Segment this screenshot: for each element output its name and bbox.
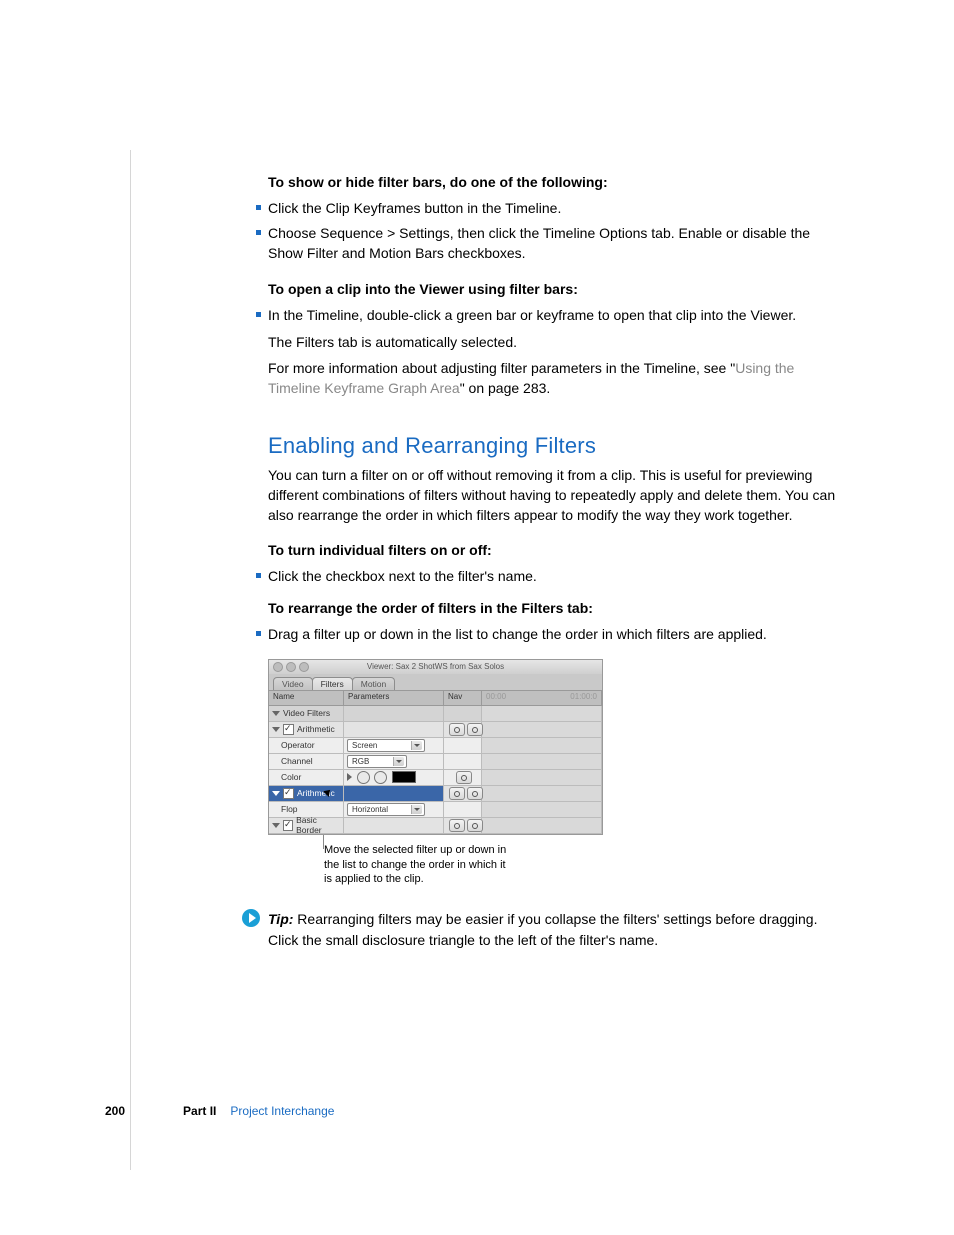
keyframe-menu-button[interactable] [467, 723, 483, 736]
paragraph: The Filters tab is automatically selecte… [268, 332, 848, 352]
page-number: 200 [105, 1104, 125, 1118]
col-nav: Nav [444, 691, 482, 705]
paragraph: For more information about adjusting fil… [268, 358, 848, 399]
bullet-icon [256, 631, 261, 636]
row-operator[interactable]: Operator Screen [269, 738, 602, 754]
bullet-text: Choose Sequence > Settings, then click t… [268, 223, 848, 264]
bullet-text: Drag a filter up or down in the list to … [268, 624, 848, 644]
paragraph: You can turn a filter on or off without … [268, 465, 848, 526]
text-run: For more information about adjusting fil… [268, 360, 735, 376]
viewer-screenshot: Viewer: Sax 2 ShotWS from Sax Solos Vide… [268, 659, 603, 888]
row-label: Video Filters [283, 708, 330, 718]
tip-icon [242, 909, 260, 927]
figure-caption: Move the selected filter up or down in t… [324, 843, 514, 888]
operator-dropdown[interactable]: Screen [347, 739, 425, 752]
keyframe-menu-button[interactable] [467, 819, 483, 832]
keyframe-menu-button[interactable] [467, 787, 483, 800]
timeline-start: 00:00 [486, 692, 506, 701]
row-label: Operator [281, 740, 315, 750]
bullet-text: Click the Clip Keyframes button in the T… [268, 198, 848, 218]
row-label: Arithmetic [297, 788, 335, 798]
disclosure-triangle-icon[interactable] [272, 711, 280, 716]
timeline-end: 01:00:0 [570, 692, 597, 701]
bullet-text: Click the checkbox next to the filter's … [268, 566, 848, 586]
tip-label: Tip: [268, 911, 297, 927]
channel-dropdown[interactable]: RGB [347, 755, 407, 768]
row-label: Channel [281, 756, 313, 766]
row-arithmetic[interactable]: Arithmetic [269, 722, 602, 738]
dropdown-value: RGB [352, 757, 369, 766]
hue-wheel-icon[interactable] [374, 771, 387, 784]
dropdown-value: Horizontal [352, 805, 388, 814]
tab-filters[interactable]: Filters [312, 677, 353, 690]
row-channel[interactable]: Channel RGB [269, 754, 602, 770]
section-heading: Enabling and Rearranging Filters [268, 433, 848, 459]
row-video-filters[interactable]: Video Filters [269, 706, 602, 722]
enable-checkbox[interactable] [283, 820, 293, 831]
enable-checkbox[interactable] [283, 788, 294, 799]
bullet-item: Click the checkbox next to the filter's … [256, 566, 848, 586]
flop-dropdown[interactable]: Horizontal [347, 803, 425, 816]
chevron-down-icon [393, 757, 404, 766]
row-label: Flop [281, 804, 298, 814]
vertical-rule [130, 150, 131, 1170]
bullet-item: In the Timeline, double-click a green ba… [256, 305, 848, 325]
color-swatch[interactable] [392, 771, 416, 783]
disclosure-triangle-icon[interactable] [272, 823, 280, 828]
callout-leader-line [323, 835, 324, 849]
bullet-item: Choose Sequence > Settings, then click t… [256, 223, 848, 264]
disclosure-triangle-icon[interactable] [272, 727, 280, 732]
instruction-heading: To show or hide filter bars, do one of t… [268, 172, 848, 192]
bullet-icon [256, 573, 261, 578]
disclosure-triangle-icon[interactable] [347, 773, 352, 781]
keyframe-nav-button[interactable] [456, 771, 472, 784]
keyframe-reset-button[interactable] [449, 819, 465, 832]
chevron-down-icon [411, 805, 422, 814]
row-label: Basic Border [296, 815, 340, 835]
tip-text: Tip: Rearranging filters may be easier i… [268, 909, 848, 950]
col-timeline: 00:00 01:00:0 [482, 691, 602, 705]
col-parameters: Parameters [344, 691, 444, 705]
text-run: " on page 283. [460, 380, 551, 396]
bullet-icon [256, 230, 261, 235]
window-title: Viewer: Sax 2 ShotWS from Sax Solos [269, 662, 602, 671]
disclosure-triangle-icon[interactable] [272, 791, 280, 796]
row-label: Arithmetic [297, 724, 335, 734]
eyedropper-icon[interactable] [357, 771, 370, 784]
row-dragging[interactable]: Arithmetic [269, 786, 602, 802]
instruction-heading: To rearrange the order of filters in the… [268, 598, 848, 618]
tab-motion[interactable]: Motion [352, 677, 396, 690]
chevron-down-icon [411, 741, 422, 750]
tab-video[interactable]: Video [273, 677, 313, 690]
bullet-text: In the Timeline, double-click a green ba… [268, 305, 848, 325]
filter-rows: Video Filters Arithmetic Operator Screen [268, 706, 603, 835]
column-headers: Name Parameters Nav 00:00 01:00:0 [268, 690, 603, 706]
enable-checkbox[interactable] [283, 724, 294, 735]
page-content: To show or hide filter bars, do one of t… [268, 166, 848, 950]
bullet-item: Drag a filter up or down in the list to … [256, 624, 848, 644]
keyframe-reset-button[interactable] [449, 723, 465, 736]
tip-body: Rearranging filters may be easier if you… [268, 911, 817, 947]
instruction-heading: To open a clip into the Viewer using fil… [268, 279, 848, 299]
row-color[interactable]: Color [269, 770, 602, 786]
bullet-item: Click the Clip Keyframes button in the T… [256, 198, 848, 218]
part-label: Part II [183, 1104, 216, 1118]
instruction-heading: To turn individual filters on or off: [268, 540, 848, 560]
row-label: Color [281, 772, 301, 782]
row-basic-border[interactable]: Basic Border [269, 818, 602, 835]
viewer-tabs: Video Filters Motion [268, 674, 603, 690]
dropdown-value: Screen [352, 741, 377, 750]
bullet-icon [256, 312, 261, 317]
window-titlebar: Viewer: Sax 2 ShotWS from Sax Solos [268, 659, 603, 674]
section-name: Project Interchange [230, 1104, 334, 1118]
bullet-icon [256, 205, 261, 210]
col-name: Name [269, 691, 344, 705]
tip-block: Tip: Rearranging filters may be easier i… [268, 909, 848, 950]
page-footer: 200 Part II Project Interchange [105, 1104, 334, 1118]
keyframe-reset-button[interactable] [449, 787, 465, 800]
